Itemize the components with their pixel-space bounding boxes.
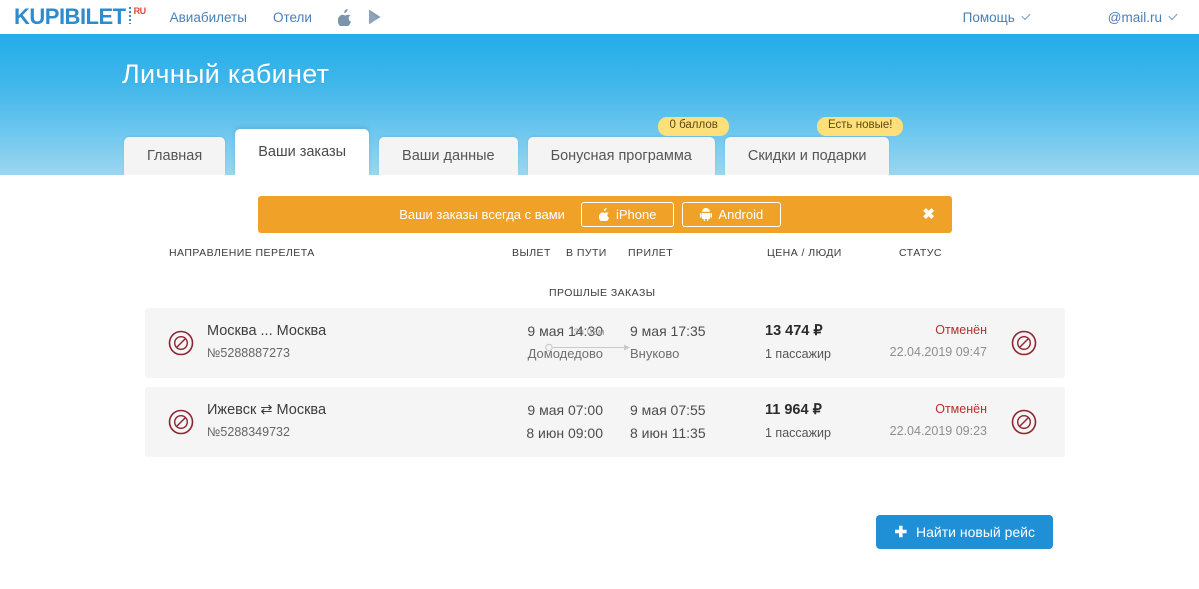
tab-your-orders[interactable]: Ваши заказы: [235, 129, 370, 175]
account-menu-label: @mail.ru: [1107, 9, 1162, 25]
android-app-label: Android: [718, 207, 764, 222]
table-row[interactable]: Ижевск ⇄ Москва №5288349732 9 мая 07:00 …: [145, 387, 1065, 457]
logo-text: KUPIBILET: [14, 4, 126, 29]
arrival-time: 9 мая 07:55: [630, 402, 706, 418]
app-store-icons: [337, 8, 383, 26]
order-number: №5288887273: [207, 346, 290, 360]
departure-cell: 9 мая 07:00 8 июн 09:00: [463, 402, 603, 441]
orders-table-header: НАПРАВЛЕНИЕ ПЕРЕЛЕТА ВЫЛЕТ В ПУТИ ПРИЛЕТ…: [0, 247, 1199, 271]
order-number: №5288349732: [207, 425, 290, 439]
android-app-button[interactable]: Android: [682, 202, 782, 227]
primary-nav-links: Авиабилеты Отели: [170, 10, 312, 25]
tab-discounts-gifts[interactable]: Есть новые! Скидки и подарки: [724, 117, 904, 175]
logo-divider: [128, 7, 131, 24]
route-cell: Ижевск ⇄ Москва №5288349732: [207, 402, 326, 439]
column-header-status: СТАТУС: [899, 247, 942, 259]
apple-icon[interactable]: [337, 8, 352, 26]
tab-main-label: Главная: [147, 148, 203, 164]
tab-main[interactable]: Главная: [124, 137, 226, 175]
tab-your-data[interactable]: Ваши данные: [379, 137, 518, 175]
tab-bonus-program-label: Бонусная программа: [550, 148, 692, 164]
site-logo[interactable]: KUPIBILET RU: [14, 6, 146, 28]
arrival-time: 9 мая 17:35: [630, 323, 706, 339]
column-header-price: ЦЕНА / ЛЮДИ: [767, 247, 842, 259]
tab-your-orders-label: Ваши заказы: [258, 144, 347, 160]
app-promo-text: Ваши заказы всегда с вами: [399, 207, 565, 222]
close-icon[interactable]: ✖: [922, 207, 935, 222]
tab-discounts-gifts-label: Скидки и подарки: [747, 148, 867, 164]
status-date: 22.04.2019 09:47: [889, 345, 987, 359]
passenger-count: 1 пассажир: [765, 426, 831, 440]
cancelled-icon: [168, 330, 194, 356]
page-title: Личный кабинет: [122, 59, 330, 89]
hero-banner: Личный кабинет Главная Ваши заказы Ваши …: [0, 34, 1199, 175]
route-cell: Москва ... Москва №5288887273: [207, 323, 326, 360]
arrival-cell: 9 мая 07:55 8 июн 11:35: [630, 402, 770, 441]
help-menu[interactable]: Помощь: [962, 9, 1031, 25]
status-cell: Отменён 22.04.2019 09:23: [890, 402, 987, 438]
find-new-flight-label: Найти новый рейс: [916, 524, 1035, 540]
column-header-duration: В ПУТИ: [566, 247, 607, 259]
order-price: 11 964 ₽: [765, 402, 822, 418]
help-menu-label: Помощь: [962, 9, 1015, 25]
table-row[interactable]: Москва ... Москва №5288887273 9 мая 14:3…: [145, 308, 1065, 378]
arrival-time-return: 8 июн 11:35: [630, 425, 706, 441]
chevron-down-icon: [1168, 10, 1178, 21]
arrival-cell: 9 мая 17:35 Внуково: [630, 323, 770, 361]
status-badge: Отменён: [935, 323, 987, 337]
top-navigation-bar: KUPIBILET RU Авиабилеты Отели Помощь @ma…: [0, 0, 1199, 34]
tab-your-data-label: Ваши данные: [402, 148, 495, 164]
chevron-down-icon: [1021, 10, 1031, 21]
find-new-flight-button[interactable]: ✚ Найти новый рейс: [876, 515, 1053, 549]
account-menu[interactable]: @mail.ru: [1107, 9, 1178, 25]
google-play-icon[interactable]: [368, 9, 383, 25]
route-name: Ижевск ⇄ Москва: [207, 402, 327, 418]
app-promo-banner: Ваши заказы всегда с вами iPhone Android…: [258, 196, 952, 233]
tab-bonus-program[interactable]: 0 баллов Бонусная программа: [527, 117, 729, 175]
arrival-airport: Внуково: [630, 346, 680, 361]
cancelled-icon[interactable]: [1011, 330, 1037, 356]
order-price: 13 474 ₽: [765, 323, 823, 339]
top-nav-right-group: Помощь @mail.ru: [962, 9, 1178, 25]
price-cell: 11 964 ₽ 1 пассажир: [765, 402, 831, 440]
passenger-count: 1 пассажир: [765, 347, 831, 361]
account-tabs: Главная Ваши заказы Ваши данные 0 баллов…: [124, 117, 904, 175]
badge-bonus-points: 0 баллов: [658, 117, 729, 136]
flight-path-icon: [545, 343, 630, 352]
apple-icon: [598, 208, 610, 221]
flight-duration: 3ч 05м: [573, 327, 605, 338]
departure-time: 9 мая 07:00: [527, 402, 603, 418]
main-content: Ваши заказы всегда с вами iPhone Android…: [0, 175, 1199, 589]
column-header-direction: НАПРАВЛЕНИЕ ПЕРЕЛЕТА: [169, 247, 315, 259]
android-icon: [700, 208, 713, 221]
route-name: Москва ... Москва: [207, 323, 327, 339]
column-header-departure: ВЫЛЕТ: [512, 247, 551, 259]
orders-list: Москва ... Москва №5288887273 9 мая 14:3…: [145, 308, 1065, 466]
column-header-arrival: ПРИЛЕТ: [628, 247, 674, 259]
iphone-app-button[interactable]: iPhone: [580, 202, 675, 227]
duration-cell: 3ч 05м: [545, 327, 633, 352]
iphone-app-label: iPhone: [615, 207, 657, 222]
past-orders-label: ПРОШЛЫЕ ЗАКАЗЫ: [549, 287, 656, 299]
status-cell: Отменён 22.04.2019 09:47: [890, 323, 987, 359]
plus-icon: ✚: [894, 523, 908, 541]
departure-time-return: 8 июн 09:00: [526, 425, 603, 441]
cancelled-icon: [168, 409, 194, 435]
nav-link-hotels[interactable]: Отели: [273, 10, 312, 25]
logo-domain-suffix: RU: [133, 6, 147, 16]
status-date: 22.04.2019 09:23: [889, 424, 987, 438]
cancelled-icon[interactable]: [1011, 409, 1037, 435]
badge-new-offers: Есть новые!: [817, 117, 904, 136]
price-cell: 13 474 ₽ 1 пассажир: [765, 323, 831, 361]
nav-link-flights[interactable]: Авиабилеты: [170, 10, 247, 25]
status-badge: Отменён: [935, 402, 987, 416]
